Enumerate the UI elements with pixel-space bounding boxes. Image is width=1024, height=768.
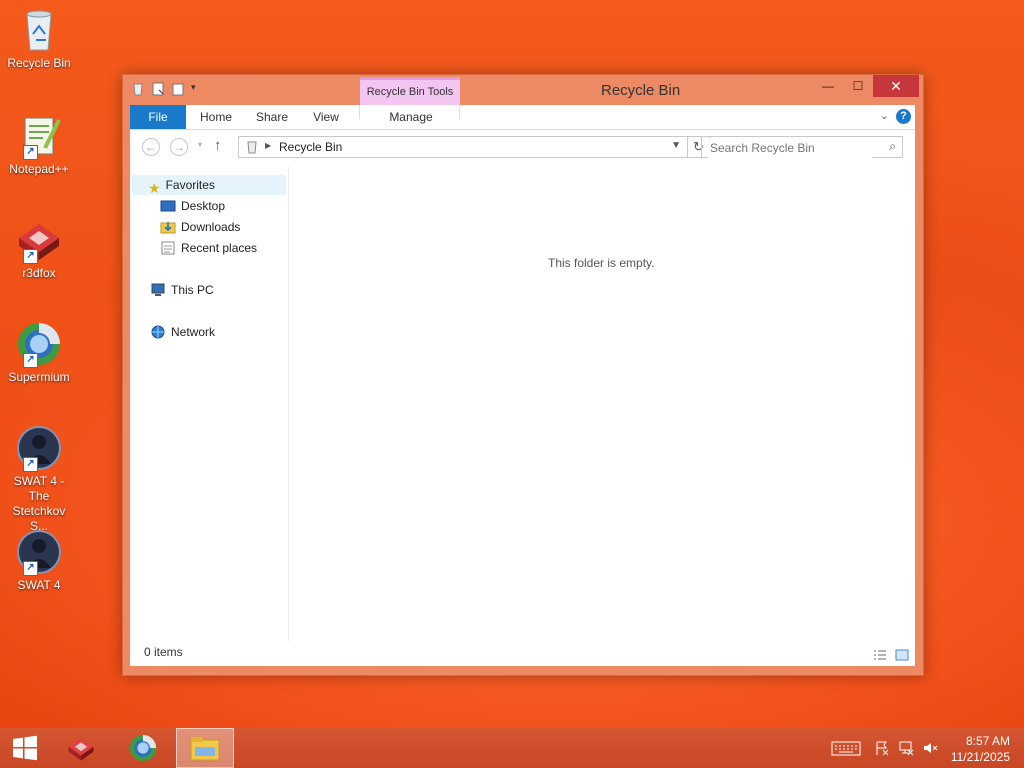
taskbar-r3dfox[interactable] xyxy=(52,728,110,768)
title-bar[interactable]: ▾ Recycle Bin Tools Recycle Bin — ☐ ✕ xyxy=(123,75,923,105)
star-icon: ★ xyxy=(148,179,161,196)
maximize-button[interactable]: ☐ xyxy=(843,75,873,97)
recent-locations-icon[interactable]: ▾ xyxy=(198,140,202,149)
shortcut-arrow-icon: ↗ xyxy=(23,145,38,160)
nav-desktop[interactable]: Desktop xyxy=(160,196,225,216)
file-explorer-icon xyxy=(190,737,220,761)
desktop-icon-swat4[interactable]: ↗ SWAT 4 xyxy=(0,528,78,593)
desktop-icon-supermium[interactable]: ↗ Supermium xyxy=(0,320,78,385)
ribbon-tabs: File Home Share View Manage ⌄ ? xyxy=(130,105,915,130)
taskbar-file-explorer[interactable] xyxy=(176,728,234,768)
supermium-icon xyxy=(129,734,157,762)
back-button[interactable]: ← xyxy=(142,138,160,156)
qat-dropdown-icon[interactable]: ▾ xyxy=(191,82,199,96)
explorer-window: ▾ Recycle Bin Tools Recycle Bin — ☐ ✕ Fi… xyxy=(122,74,924,676)
desktop-icon-label: SWAT 4 xyxy=(17,578,61,592)
nav-network[interactable]: Network xyxy=(150,322,215,342)
tab-manage[interactable]: Manage xyxy=(376,105,446,129)
nav-favorites[interactable]: ★ Favorites xyxy=(132,175,286,196)
shortcut-arrow-icon: ↗ xyxy=(23,249,38,264)
swat4-stetchkov-icon: ↗ xyxy=(15,424,63,472)
nav-label: Desktop xyxy=(181,199,226,213)
volume-muted-icon[interactable] xyxy=(922,740,938,759)
nav-label: Downloads xyxy=(181,220,241,234)
forward-button[interactable]: → xyxy=(170,138,188,156)
large-icons-view-icon[interactable] xyxy=(895,649,909,661)
shortcut-arrow-icon: ↗ xyxy=(23,457,38,472)
nav-label: This PC xyxy=(171,283,214,297)
ribbon-divider xyxy=(359,105,360,119)
shortcut-arrow-icon: ↗ xyxy=(23,561,38,576)
desktop-icon-r3dfox[interactable]: ↗ r3dfox xyxy=(0,216,78,281)
new-folder-icon[interactable] xyxy=(171,82,185,96)
computer-icon xyxy=(150,283,166,297)
network-status-icon[interactable] xyxy=(898,740,914,759)
start-button[interactable] xyxy=(0,728,50,768)
empty-folder-message: This folder is empty. xyxy=(548,256,655,270)
help-icon[interactable]: ? xyxy=(896,109,911,124)
tab-share[interactable]: Share xyxy=(250,105,294,129)
quick-access-toolbar: ▾ xyxy=(131,82,199,96)
windows-logo-icon xyxy=(13,735,37,761)
notepad-plus-plus-icon: ↗ xyxy=(15,112,63,160)
keyboard-icon[interactable] xyxy=(831,740,861,759)
taskbar: 8:57 AM 11/21/2025 xyxy=(0,728,1024,768)
nav-label: Network xyxy=(171,325,216,339)
address-bar[interactable]: ▶ Recycle Bin ▼ xyxy=(238,136,688,158)
desktop-icon-swat4-stetchkov[interactable]: ↗ SWAT 4 - The Stetchkov S... xyxy=(0,424,78,534)
search-box[interactable]: ⌕ xyxy=(701,136,903,158)
view-switcher xyxy=(873,649,909,661)
taskbar-supermium[interactable] xyxy=(114,728,172,768)
tab-file[interactable]: File xyxy=(130,105,186,129)
recycle-bin-small-icon xyxy=(245,140,259,157)
navigation-pane: ★ Favorites Desktop Downloads Recent plac… xyxy=(130,166,289,642)
action-center-flag-icon[interactable] xyxy=(874,740,890,759)
nav-label: Recent places xyxy=(181,241,258,255)
clock-date: 11/21/2025 xyxy=(950,750,1010,764)
r3dfox-icon xyxy=(68,738,94,761)
desktop-icon-label: Recycle Bin xyxy=(7,56,71,70)
desktop-icon-notepad-plus-plus[interactable]: ↗ Notepad++ xyxy=(0,112,78,177)
status-item-count: 0 items xyxy=(144,645,183,659)
recycle-bin-small-icon xyxy=(131,82,145,96)
content-area: ★ Favorites Desktop Downloads Recent plac… xyxy=(130,166,915,666)
nav-downloads[interactable]: Downloads xyxy=(160,217,240,237)
network-icon xyxy=(150,325,166,339)
tab-home[interactable]: Home xyxy=(194,105,238,129)
shortcut-arrow-icon: ↗ xyxy=(23,353,38,368)
context-tab-header: Recycle Bin Tools xyxy=(360,77,460,105)
nav-this-pc[interactable]: This PC xyxy=(150,280,214,300)
desktop-icon-label: Notepad++ xyxy=(9,162,69,176)
address-dropdown-icon[interactable]: ▼ xyxy=(671,140,681,151)
downloads-folder-icon xyxy=(160,220,176,234)
breadcrumb[interactable]: Recycle Bin xyxy=(279,140,342,154)
nav-label: Favorites xyxy=(165,178,215,192)
system-clock[interactable]: 8:57 AM 11/21/2025 xyxy=(951,733,1010,765)
nav-recent-places[interactable]: Recent places xyxy=(160,238,257,258)
up-button[interactable]: ↑ xyxy=(214,137,222,154)
supermium-icon: ↗ xyxy=(15,320,63,368)
recent-places-icon xyxy=(160,241,176,255)
address-toolbar: ← → ▾ ↑ ▶ Recycle Bin ▼ ↻ ⌕ xyxy=(130,130,915,166)
ribbon-divider xyxy=(459,105,460,119)
details-view-icon[interactable] xyxy=(873,649,887,661)
desktop-icon xyxy=(160,199,176,213)
r3dfox-icon: ↗ xyxy=(15,216,63,264)
desktop-icon-recycle-bin[interactable]: Recycle Bin xyxy=(0,6,78,71)
desktop-icon-label: r3dfox xyxy=(22,266,56,280)
search-icon[interactable]: ⌕ xyxy=(889,139,896,154)
expand-ribbon-icon[interactable]: ⌄ xyxy=(880,109,889,122)
properties-icon[interactable] xyxy=(151,82,165,96)
recycle-bin-icon xyxy=(15,6,63,54)
desktop-icon-label: SWAT 4 - The Stetchkov S... xyxy=(12,474,66,533)
window-title: Recycle Bin xyxy=(601,82,681,99)
breadcrumb-chevron-icon[interactable]: ▶ xyxy=(265,141,271,150)
tab-view[interactable]: View xyxy=(306,105,346,129)
desktop-icon-label: Supermium xyxy=(8,370,70,384)
clock-time: 8:57 AM xyxy=(965,734,1010,748)
minimize-button[interactable]: — xyxy=(813,75,843,97)
close-button[interactable]: ✕ xyxy=(873,75,919,97)
swat4-icon: ↗ xyxy=(15,528,63,576)
search-input[interactable] xyxy=(708,138,872,158)
